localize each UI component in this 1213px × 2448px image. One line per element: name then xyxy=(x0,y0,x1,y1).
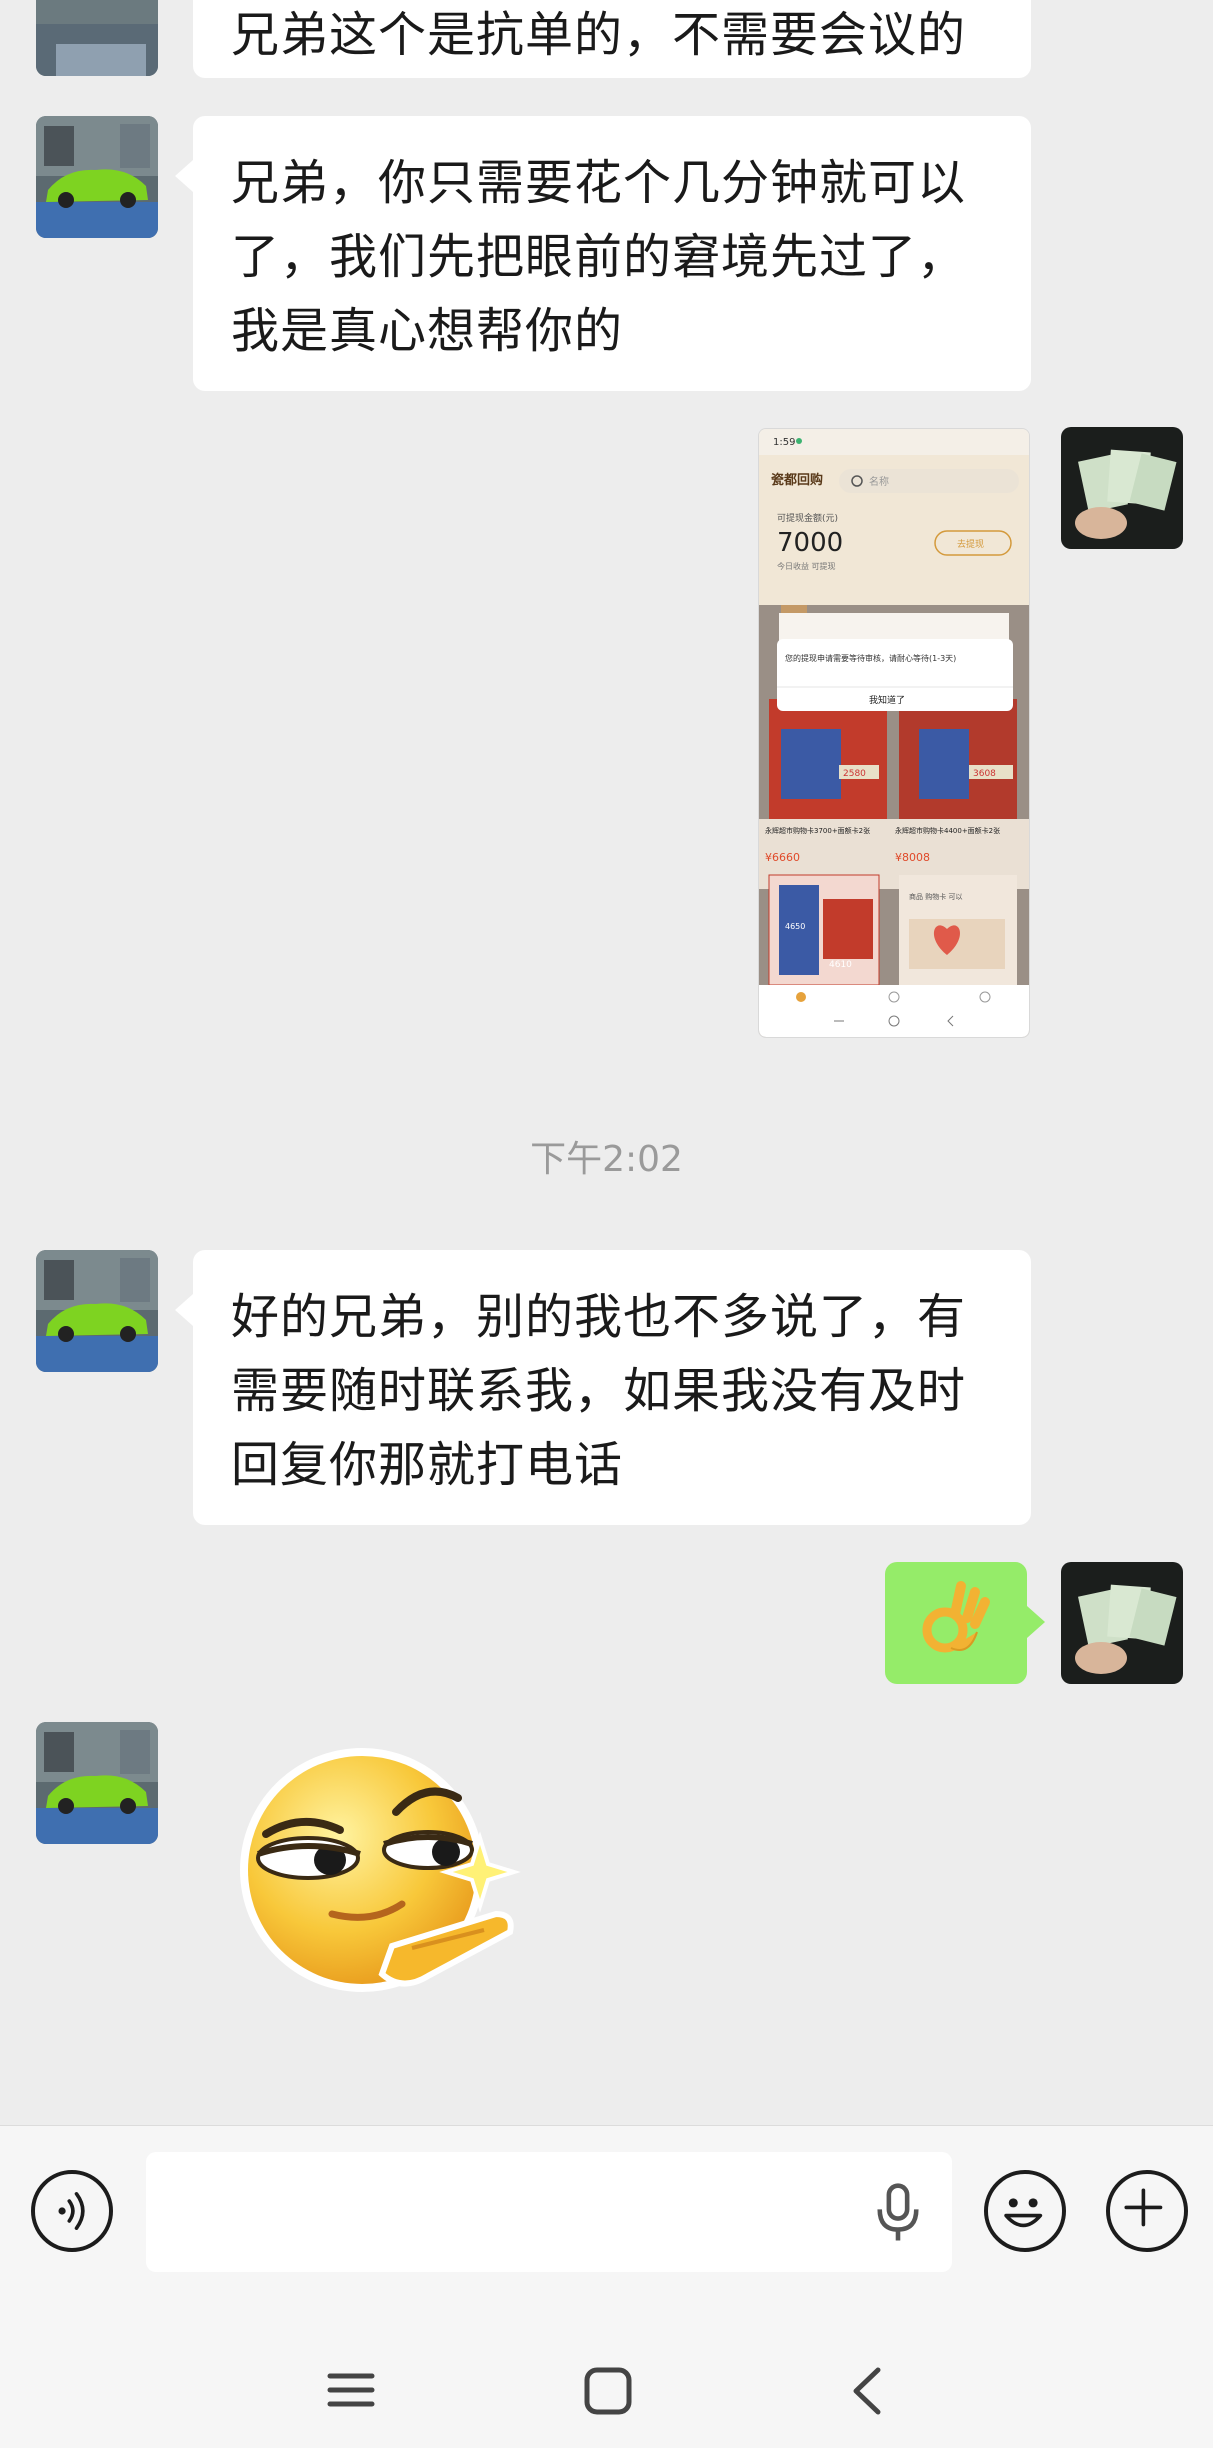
back-icon[interactable] xyxy=(848,2366,888,2416)
svg-text:¥6660: ¥6660 xyxy=(765,851,800,864)
message-bubble-sent[interactable] xyxy=(885,1562,1045,1684)
dialog-button: 我知道了 xyxy=(869,694,905,706)
withdraw-button: 去提现 xyxy=(957,538,984,550)
ok-hand-icon xyxy=(922,1581,990,1653)
balance-label: 可提现金额(元) xyxy=(777,512,838,524)
message-line: 我是真心想帮你的 xyxy=(231,303,624,359)
chat-timestamp: 下午2:02 xyxy=(530,1139,683,1180)
self-avatar[interactable] xyxy=(1061,1562,1183,1684)
plus-icon[interactable] xyxy=(1106,2170,1188,2252)
message-line: 兄弟，你只需要花个几分钟就可以 xyxy=(231,155,967,211)
svg-text:永辉超市购物卡4400+面额卡2张: 永辉超市购物卡4400+面额卡2张 xyxy=(895,826,1000,835)
chat-input-bar xyxy=(0,2125,1213,2448)
sent-image-screenshot[interactable]: 1:59 瓷都回购 名称 可提现金额(元) 7000 今日收益 可提现 去提现 … xyxy=(758,428,1030,1038)
svg-text:商品 购物卡 可以: 商品 购物卡 可以 xyxy=(909,892,962,901)
voice-mode-icon[interactable] xyxy=(31,2170,113,2252)
message-text: 兄弟这个是抗单的，不需要会议的 xyxy=(231,7,967,63)
microphone-icon[interactable] xyxy=(870,2182,926,2246)
message-bubble-received[interactable]: 好的兄弟，别的我也不多说了，有 需要随时联系我，如果我没有及时 回复你那就打电话 xyxy=(175,1250,1031,1525)
contact-avatar[interactable] xyxy=(36,0,158,76)
self-avatar[interactable] xyxy=(1061,427,1183,549)
menu-icon[interactable] xyxy=(326,2370,376,2410)
message-bubble-received[interactable]: 兄弟，你只需要花个几分钟就可以 了，我们先把眼前的窘境先过了， 我是真心想帮你的 xyxy=(175,116,1031,391)
status-time: 1:59 xyxy=(773,437,795,448)
home-icon[interactable] xyxy=(583,2366,633,2416)
balance-value: 7000 xyxy=(777,528,843,558)
message-line: 需要随时联系我，如果我没有及时 xyxy=(231,1363,967,1419)
svg-text:2580: 2580 xyxy=(843,769,866,779)
dialog-text: 您的提现申请需要等待审核，请耐心等待(1-3天) xyxy=(785,653,956,663)
message-line: 回复你那就打电话 xyxy=(231,1437,624,1493)
svg-text:4650: 4650 xyxy=(785,922,805,931)
message-bubble-received[interactable]: 兄弟这个是抗单的，不需要会议的 xyxy=(193,0,1031,78)
search-placeholder: 名称 xyxy=(869,475,889,488)
svg-text:¥8008: ¥8008 xyxy=(895,851,930,864)
svg-text:永辉超市购物卡3700+面额卡2张: 永辉超市购物卡3700+面额卡2张 xyxy=(765,826,870,835)
contact-avatar[interactable] xyxy=(36,1250,158,1372)
message-line: 了，我们先把眼前的窘境先过了， xyxy=(231,229,967,285)
smirk-sticker-icon[interactable] xyxy=(232,1738,522,2008)
emoji-icon[interactable] xyxy=(984,2170,1066,2252)
svg-text:4610: 4610 xyxy=(829,960,852,970)
svg-text:3608: 3608 xyxy=(973,769,996,779)
message-input[interactable] xyxy=(146,2152,952,2272)
contact-avatar[interactable] xyxy=(36,1722,158,1844)
screenshot-content: 1:59 瓷都回购 名称 可提现金额(元) 7000 今日收益 可提现 去提现 … xyxy=(759,429,1029,1037)
message-line: 好的兄弟，别的我也不多说了，有 xyxy=(231,1289,967,1345)
contact-avatar[interactable] xyxy=(36,116,158,238)
app-title: 瓷都回购 xyxy=(771,472,823,488)
balance-sub: 今日收益 可提现 xyxy=(777,561,836,571)
